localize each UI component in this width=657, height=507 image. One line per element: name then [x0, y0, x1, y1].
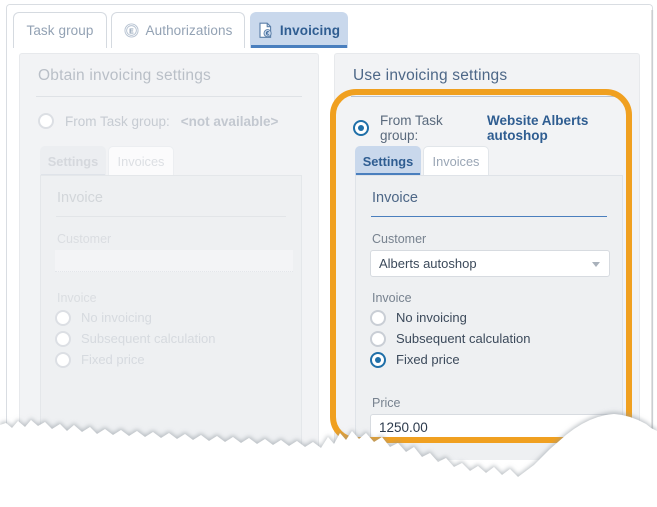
use-invoice-radio-group: No invoicing Subsequent calculation Fixe… [370, 307, 530, 370]
card-drop-shadow [651, 10, 654, 450]
obtain-settings-form: Invoice Customer Invoice No invoicing Su… [40, 175, 302, 460]
obtain-option-subsequent-calculation-label: Subsequent calculation [81, 331, 216, 346]
obtain-option-fixed-price-label: Fixed price [81, 352, 145, 367]
obtain-radio-fixed-price[interactable] [55, 351, 71, 368]
use-option-no-invoicing-label: No invoicing [396, 310, 467, 325]
use-tab-invoices-label: Invoices [432, 154, 480, 169]
tab-invoicing[interactable]: € Invoicing [250, 12, 348, 48]
obtain-tab-invoices-label: Invoices [117, 154, 165, 169]
use-tab-settings[interactable]: Settings [355, 146, 421, 176]
use-settings-form: Invoice Customer Alberts autoshop Invoic… [355, 175, 623, 460]
use-radio-fixed-price[interactable] [370, 351, 386, 368]
obtain-section-divider [56, 216, 286, 217]
obtain-panel-divider [36, 96, 302, 97]
use-source-value: Website Alberts autoshop [487, 113, 589, 143]
obtain-source-prefix: From Task group: [65, 113, 170, 129]
main-tab-strip: Task group E Authorizations € Invoicing [7, 5, 652, 49]
obtain-tab-settings-label: Settings [47, 154, 99, 169]
invoice-document-euro-icon: € [258, 22, 273, 39]
obtain-tab-invoices[interactable]: Invoices [108, 146, 174, 176]
use-option-subsequent-calculation[interactable]: Subsequent calculation [370, 328, 530, 349]
use-radio-subsequent-calculation[interactable] [370, 330, 386, 347]
use-customer-label: Customer [372, 232, 427, 246]
use-panel-title: Use invoicing settings [353, 67, 508, 84]
tab-task-group[interactable]: Task group [13, 12, 107, 48]
use-source-radio-row[interactable]: From Task group: Website Alberts autosho… [353, 113, 639, 143]
circled-e-icon: E [123, 23, 139, 38]
obtain-source-radio[interactable] [38, 113, 54, 129]
tab-invoicing-label: Invoicing [279, 23, 341, 38]
use-section-title: Invoice [372, 190, 418, 206]
use-option-no-invoicing[interactable]: No invoicing [370, 307, 530, 328]
obtain-invoice-label: Invoice [57, 291, 97, 305]
obtain-option-fixed-price[interactable]: Fixed price [55, 349, 215, 370]
obtain-inner-tab-strip: Settings Invoices [40, 146, 302, 176]
tab-authorizations[interactable]: E Authorizations [111, 12, 245, 48]
obtain-invoice-radio-group: No invoicing Subsequent calculation Fixe… [55, 307, 215, 370]
obtain-source-value: <not available> [180, 113, 279, 129]
customer-select[interactable]: Alberts autoshop [370, 250, 610, 277]
customer-select-value: Alberts autoshop [379, 256, 477, 271]
svg-text:€: € [266, 32, 270, 38]
obtain-option-subsequent-calculation[interactable]: Subsequent calculation [55, 328, 215, 349]
use-invoicing-settings-panel: Use invoicing settings From Task group: … [334, 53, 640, 460]
price-input[interactable]: 1250.00 [370, 414, 610, 441]
use-source-radio[interactable] [353, 120, 369, 136]
use-option-subsequent-calculation-label: Subsequent calculation [396, 331, 531, 346]
chevron-down-icon [592, 262, 600, 267]
use-invoice-label: Invoice [372, 291, 412, 305]
obtain-option-no-invoicing[interactable]: No invoicing [55, 307, 215, 328]
use-tab-invoices[interactable]: Invoices [423, 146, 489, 176]
price-input-value: 1250.00 [379, 420, 428, 435]
use-source-prefix: From Task group: [380, 113, 443, 143]
obtain-tab-settings[interactable]: Settings [40, 146, 106, 176]
svg-text:E: E [129, 29, 134, 36]
obtain-section-title: Invoice [57, 190, 103, 206]
obtain-panel-title: Obtain invoicing settings [38, 67, 212, 84]
obtain-invoicing-settings-panel: Obtain invoicing settings From Task grou… [19, 53, 319, 460]
use-section-divider [371, 216, 607, 217]
use-radio-no-invoicing[interactable] [370, 309, 386, 326]
use-option-fixed-price[interactable]: Fixed price [370, 349, 530, 370]
tab-authorizations-label: Authorizations [145, 23, 233, 38]
obtain-option-no-invoicing-label: No invoicing [81, 310, 152, 325]
obtain-radio-subsequent-calculation[interactable] [55, 330, 71, 347]
obtain-source-radio-row[interactable]: From Task group: <not available> [38, 113, 278, 129]
obtain-customer-label: Customer [57, 232, 112, 246]
obtain-customer-input[interactable] [55, 250, 293, 272]
screenshot-root: Task group E Authorizations € Invoicing … [0, 0, 657, 507]
panels-container: Obtain invoicing settings From Task grou… [7, 49, 652, 460]
use-option-fixed-price-label: Fixed price [396, 352, 460, 367]
use-inner-tab-strip: Settings Invoices [355, 146, 623, 176]
use-tab-settings-label: Settings [362, 154, 414, 169]
obtain-radio-no-invoicing[interactable] [55, 309, 71, 326]
price-label: Price [372, 396, 401, 410]
invoicing-settings-card: Task group E Authorizations € Invoicing … [6, 4, 653, 460]
use-panel-divider [351, 96, 623, 97]
tab-task-group-label: Task group [26, 23, 94, 38]
